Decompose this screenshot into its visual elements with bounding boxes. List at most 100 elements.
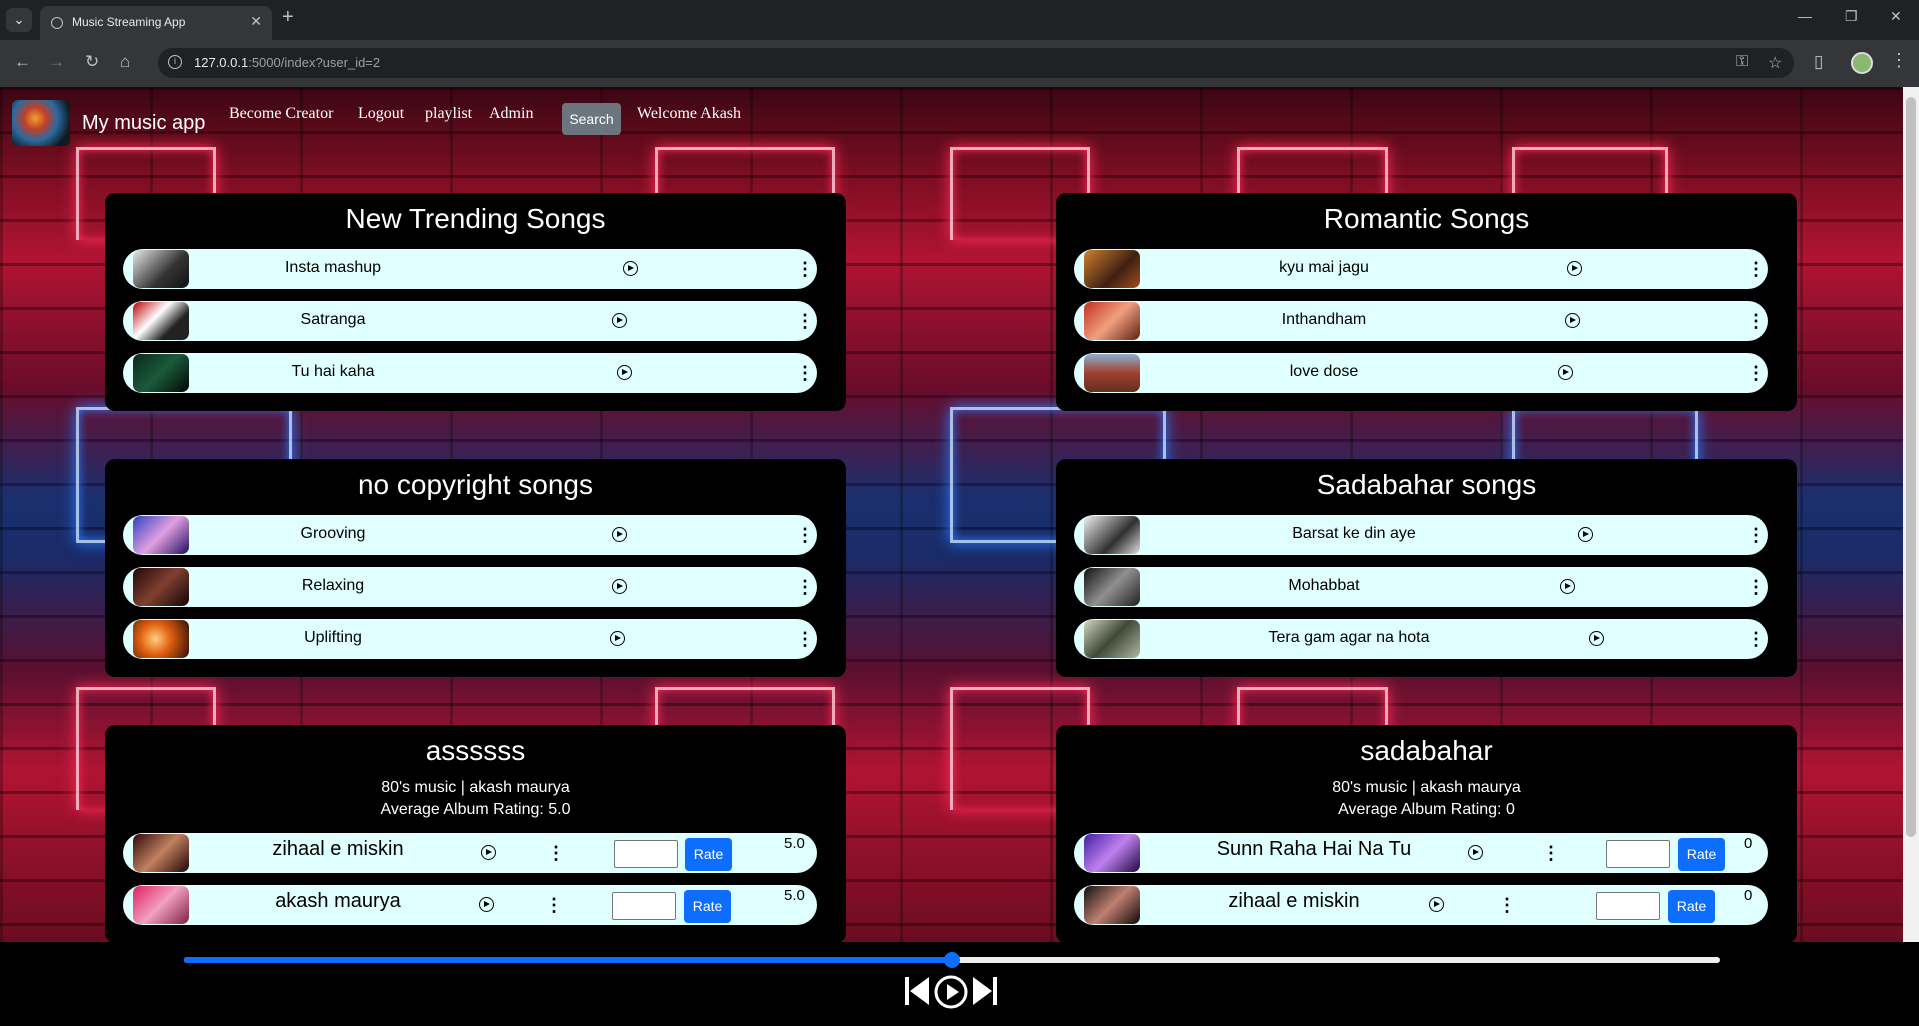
- play-icon[interactable]: [1565, 313, 1580, 328]
- rate-button[interactable]: Rate: [685, 838, 732, 871]
- song-thumbnail: [133, 620, 189, 658]
- song-thumbnail: [133, 354, 189, 392]
- more-options-icon[interactable]: ⋮: [1498, 894, 1516, 916]
- reload-icon[interactable]: ↻: [85, 52, 99, 72]
- tab-title: Music Streaming App: [72, 15, 186, 29]
- password-key-icon[interactable]: ⚿: [1736, 53, 1748, 71]
- close-tab-icon[interactable]: ✕: [250, 13, 262, 30]
- song-row[interactable]: Barsat ke din aye ⋮: [1074, 515, 1768, 555]
- song-row[interactable]: Satranga ⋮: [123, 301, 817, 341]
- section-card: Sadabahar songs Barsat ke din aye ⋮ Moha…: [1056, 459, 1797, 677]
- more-options-icon[interactable]: ⋮: [796, 258, 814, 280]
- play-icon[interactable]: [1468, 845, 1483, 860]
- play-pause-icon[interactable]: [934, 975, 968, 1009]
- brand-name[interactable]: My music app: [82, 112, 205, 135]
- song-row[interactable]: kyu mai jagu ⋮: [1074, 249, 1768, 289]
- album-song-row[interactable]: zihaal e miskin ⋮ Rate 5.0: [123, 833, 817, 873]
- play-icon[interactable]: [617, 365, 632, 380]
- more-options-icon[interactable]: ⋮: [796, 576, 814, 598]
- bookmark-star-icon[interactable]: ☆: [1768, 53, 1782, 73]
- song-row[interactable]: Grooving ⋮: [123, 515, 817, 555]
- app-logo[interactable]: [12, 100, 70, 146]
- progress-slider[interactable]: [184, 952, 1720, 968]
- more-options-icon[interactable]: ⋮: [547, 842, 565, 864]
- url-text[interactable]: 127.0.0.1:5000/index?user_id=2: [194, 55, 380, 70]
- browser-tab[interactable]: Music Streaming App ✕: [40, 6, 272, 40]
- rating-input[interactable]: [1596, 892, 1660, 920]
- play-icon[interactable]: [1429, 897, 1444, 912]
- page-scrollbar[interactable]: [1903, 87, 1919, 942]
- play-icon[interactable]: [612, 527, 627, 542]
- play-icon[interactable]: [1567, 261, 1582, 276]
- play-icon[interactable]: [1589, 631, 1604, 646]
- home-icon[interactable]: ⌂: [120, 52, 130, 72]
- more-options-icon[interactable]: ⋮: [1747, 310, 1765, 332]
- nav-become-creator[interactable]: Become Creator: [229, 105, 333, 123]
- new-tab-icon[interactable]: +: [282, 6, 294, 29]
- song-row[interactable]: Relaxing ⋮: [123, 567, 817, 607]
- more-options-icon[interactable]: ⋮: [1747, 362, 1765, 384]
- search-button[interactable]: Search: [562, 103, 621, 135]
- rating-input[interactable]: [1606, 840, 1670, 868]
- browser-menu-icon[interactable]: ⋮: [1890, 50, 1908, 71]
- album-song-row[interactable]: zihaal e miskin ⋮ Rate 0: [1074, 885, 1768, 925]
- song-rating: 5.0: [784, 887, 805, 904]
- forward-icon[interactable]: →: [48, 52, 65, 72]
- play-icon[interactable]: [1578, 527, 1593, 542]
- more-options-icon[interactable]: ⋮: [796, 628, 814, 650]
- rating-input[interactable]: [614, 840, 678, 868]
- song-row[interactable]: love dose ⋮: [1074, 353, 1768, 393]
- side-panel-icon[interactable]: ▯: [1814, 52, 1823, 72]
- song-row[interactable]: Inthandham ⋮: [1074, 301, 1768, 341]
- site-info-icon[interactable]: i: [168, 55, 182, 69]
- play-icon[interactable]: [610, 631, 625, 646]
- more-options-icon[interactable]: ⋮: [545, 894, 563, 916]
- play-icon[interactable]: [1560, 579, 1575, 594]
- back-icon[interactable]: ←: [14, 52, 31, 72]
- song-thumbnail: [1084, 354, 1140, 392]
- scrollbar-thumb[interactable]: [1906, 97, 1916, 837]
- play-icon[interactable]: [481, 845, 496, 860]
- rating-input[interactable]: [612, 892, 676, 920]
- profile-avatar[interactable]: [1851, 52, 1873, 74]
- rate-button[interactable]: Rate: [684, 890, 731, 923]
- section-title: Romantic Songs: [1323, 203, 1530, 234]
- song-row[interactable]: Uplifting ⋮: [123, 619, 817, 659]
- address-toolbar: ← → ↻ ⌂ i 127.0.0.1:5000/index?user_id=2…: [0, 40, 1919, 87]
- play-icon[interactable]: [479, 897, 494, 912]
- song-row[interactable]: Insta mashup ⋮: [123, 249, 817, 289]
- more-options-icon[interactable]: ⋮: [1747, 576, 1765, 598]
- rate-button[interactable]: Rate: [1668, 890, 1715, 923]
- song-row[interactable]: Mohabbat ⋮: [1074, 567, 1768, 607]
- more-options-icon[interactable]: ⋮: [1747, 524, 1765, 546]
- play-icon[interactable]: [612, 579, 627, 594]
- progress-knob[interactable]: [944, 952, 960, 968]
- minimize-icon[interactable]: —: [1798, 8, 1812, 24]
- nav-logout[interactable]: Logout: [358, 105, 404, 123]
- restore-icon[interactable]: ❐: [1845, 8, 1858, 25]
- more-options-icon[interactable]: ⋮: [796, 362, 814, 384]
- song-thumbnail: [133, 250, 189, 288]
- previous-track-icon[interactable]: [904, 976, 930, 1006]
- song-row[interactable]: Tu hai kaha ⋮: [123, 353, 817, 393]
- tab-search-dropdown-icon[interactable]: ⌄: [6, 8, 32, 32]
- next-track-icon[interactable]: [972, 976, 998, 1006]
- more-options-icon[interactable]: ⋮: [1747, 628, 1765, 650]
- album-song-row[interactable]: akash maurya ⋮ Rate 5.0: [123, 885, 817, 925]
- rate-button[interactable]: Rate: [1678, 838, 1725, 871]
- more-options-icon[interactable]: ⋮: [1542, 842, 1560, 864]
- song-thumbnail: [1084, 620, 1140, 658]
- window-close-icon[interactable]: ✕: [1890, 8, 1902, 25]
- more-options-icon[interactable]: ⋮: [796, 524, 814, 546]
- play-icon[interactable]: [623, 261, 638, 276]
- play-icon[interactable]: [1558, 365, 1573, 380]
- album-song-row[interactable]: Sunn Raha Hai Na Tu ⋮ Rate 0: [1074, 833, 1768, 873]
- song-row[interactable]: Tera gam agar na hota ⋮: [1074, 619, 1768, 659]
- more-options-icon[interactable]: ⋮: [1747, 258, 1765, 280]
- more-options-icon[interactable]: ⋮: [796, 310, 814, 332]
- nav-admin[interactable]: Admin: [489, 105, 533, 123]
- play-icon[interactable]: [612, 313, 627, 328]
- nav-playlist[interactable]: playlist: [425, 105, 472, 123]
- address-bar[interactable]: i 127.0.0.1:5000/index?user_id=2 ⚿ ☆: [158, 48, 1794, 78]
- song-thumbnail: [133, 568, 189, 606]
